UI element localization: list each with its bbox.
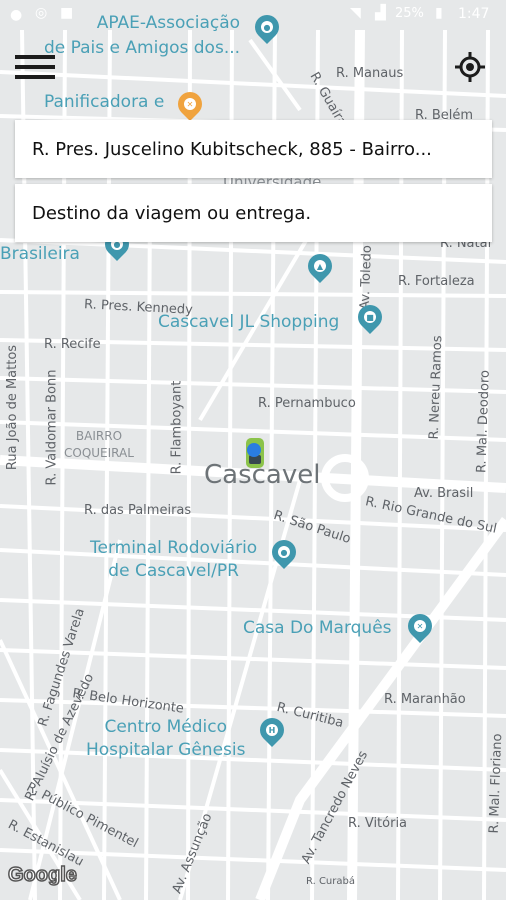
status-bar: ● ◎ ■ ◥ ▟ 25% ▮ 1:47: [0, 0, 506, 30]
street-label: Rua João de Mattos: [5, 344, 21, 471]
street-label: R. Maranhão: [384, 692, 466, 707]
street-label: R. Flamboyant: [169, 380, 185, 475]
poi-casa-do-marques[interactable]: Casa Do Marquês: [243, 618, 392, 638]
battery-level: 25%: [395, 6, 424, 21]
street-label: R. Recife: [44, 337, 101, 352]
street-label: R. Pernambuco: [258, 396, 356, 411]
wifi-icon: ◥: [350, 5, 361, 21]
notification-icon: ●: [10, 7, 23, 23]
poi-panificadora[interactable]: Panificadora e: [44, 92, 164, 112]
street-label: R. Fortaleza: [398, 274, 475, 289]
destination-placeholder: Destino da viagem ou entrega.: [32, 202, 312, 224]
street-label: R. das Palmeiras: [84, 503, 192, 518]
poi-jl-shopping[interactable]: Cascavel JL Shopping: [158, 312, 339, 332]
menu-icon[interactable]: [15, 55, 55, 85]
origin-field[interactable]: R. Pres. Juscelino Kubitscheck, 885 - Ba…: [15, 120, 492, 178]
instagram-icon: ◎: [35, 5, 48, 21]
street-label: R. Manaus: [336, 66, 404, 81]
clock: 1:47: [458, 6, 490, 22]
google-logo: Google: [7, 863, 77, 887]
street-label: Av. Brasil: [414, 486, 474, 501]
poi-terminal-rodoviario[interactable]: Terminal Rodoviário de Cascavel/PR: [90, 537, 257, 583]
street-label: R. Vitória: [348, 816, 408, 831]
signal-icon: ▟: [375, 5, 386, 21]
street-label: Av. Toledo: [357, 244, 375, 311]
origin-address: R. Pres. Juscelino Kubitscheck, 885 - Ba…: [32, 138, 432, 160]
destination-field[interactable]: Destino da viagem ou entrega.: [15, 184, 492, 242]
message-icon: ■: [60, 5, 74, 21]
battery-icon: ▮: [435, 5, 443, 21]
city-label: Cascavel: [204, 460, 321, 490]
poi-centro-medico[interactable]: Centro Médico Hospitalar Gênesis: [86, 716, 245, 762]
neighborhood-label: BAIRRO COQUEIRAL: [64, 429, 134, 460]
street-label: R. Valdomar Bonn: [44, 369, 60, 486]
street-label: R. Curabá: [306, 876, 355, 887]
poi-brasileira[interactable]: Brasileira: [0, 244, 80, 264]
my-location-icon[interactable]: [451, 48, 489, 86]
